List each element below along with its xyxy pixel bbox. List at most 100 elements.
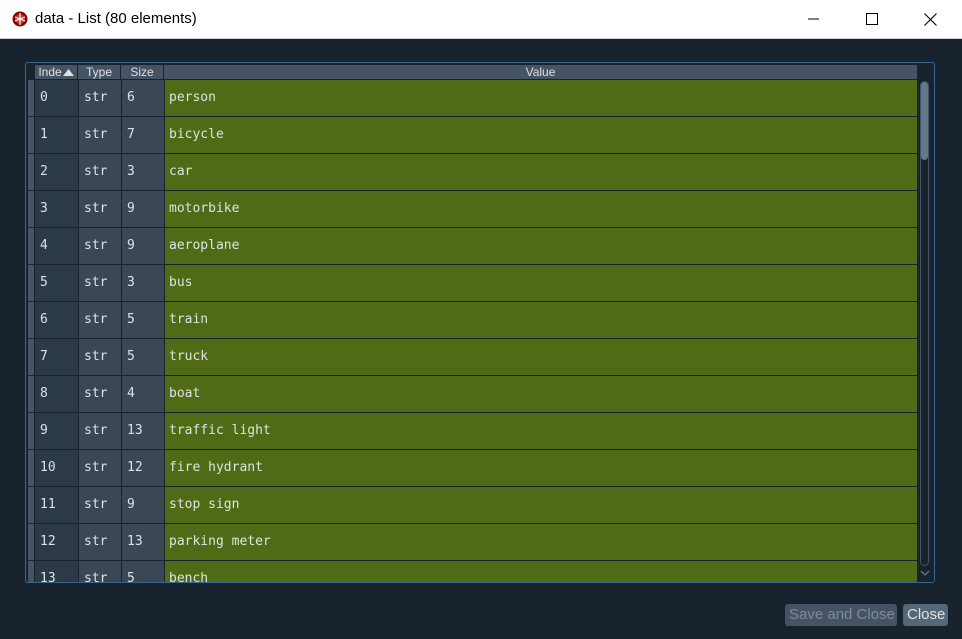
table-row[interactable]: 3 str 9 motorbike: [28, 191, 917, 228]
cell-type[interactable]: str: [79, 339, 121, 375]
row-header[interactable]: [28, 302, 34, 338]
scrollbar-thumb[interactable]: [921, 82, 928, 160]
row-header[interactable]: [28, 265, 34, 301]
cell-value[interactable]: parking meter: [165, 524, 917, 560]
row-header[interactable]: [28, 524, 34, 560]
table-row[interactable]: 13 str 5 bench: [28, 561, 917, 582]
table-row[interactable]: 8 str 4 boat: [28, 376, 917, 413]
minimize-button[interactable]: [785, 0, 843, 38]
table-row[interactable]: 9 str 13 traffic light: [28, 413, 917, 450]
cell-value[interactable]: boat: [165, 376, 917, 412]
table-row[interactable]: 4 str 9 aeroplane: [28, 228, 917, 265]
scroll-down-arrow-icon[interactable]: [920, 570, 930, 576]
row-header[interactable]: [28, 450, 34, 486]
list-table: Inde Type Size Value 0 str 6 person 1 str 7 bic…: [25, 62, 935, 583]
cell-type[interactable]: str: [79, 302, 121, 338]
window-title: data - List (80 elements): [35, 10, 197, 27]
row-header[interactable]: [28, 487, 34, 523]
column-header-type[interactable]: Type: [78, 65, 121, 79]
cell-index[interactable]: 0: [35, 80, 78, 116]
close-button[interactable]: Close: [903, 604, 948, 626]
cell-value[interactable]: train: [165, 302, 917, 338]
cell-type[interactable]: str: [79, 487, 121, 523]
cell-index[interactable]: 11: [35, 487, 78, 523]
table-row[interactable]: 2 str 3 car: [28, 154, 917, 191]
cell-value[interactable]: traffic light: [165, 413, 917, 449]
maximize-button[interactable]: [843, 0, 901, 38]
cell-type[interactable]: str: [79, 376, 121, 412]
cell-index[interactable]: 1: [35, 117, 78, 153]
cell-size[interactable]: 3: [122, 265, 164, 301]
cell-index[interactable]: 7: [35, 339, 78, 375]
cell-size[interactable]: 9: [122, 487, 164, 523]
cell-index[interactable]: 9: [35, 413, 78, 449]
cell-value[interactable]: bench: [165, 561, 917, 582]
column-header-value[interactable]: Value: [164, 65, 917, 79]
cell-size[interactable]: 12: [122, 450, 164, 486]
row-header[interactable]: [28, 228, 34, 264]
cell-type[interactable]: str: [79, 117, 121, 153]
row-header[interactable]: [28, 561, 34, 582]
cell-index[interactable]: 2: [35, 154, 78, 190]
maximize-icon: [866, 13, 878, 25]
cell-type[interactable]: str: [79, 191, 121, 227]
cell-size[interactable]: 3: [122, 154, 164, 190]
cell-type[interactable]: str: [79, 80, 121, 116]
cell-size[interactable]: 5: [122, 302, 164, 338]
row-header[interactable]: [28, 339, 34, 375]
cell-size[interactable]: 5: [122, 561, 164, 582]
table-row[interactable]: 7 str 5 truck: [28, 339, 917, 376]
cell-type[interactable]: str: [79, 265, 121, 301]
cell-value[interactable]: person: [165, 80, 917, 116]
cell-index[interactable]: 8: [35, 376, 78, 412]
cell-value[interactable]: stop sign: [165, 487, 917, 523]
table-row[interactable]: 5 str 3 bus: [28, 265, 917, 302]
cell-value[interactable]: bicycle: [165, 117, 917, 153]
column-header-index[interactable]: Inde: [35, 65, 78, 79]
row-header[interactable]: [28, 80, 34, 116]
cell-index[interactable]: 13: [35, 561, 78, 582]
table-row[interactable]: 11 str 9 stop sign: [28, 487, 917, 524]
cell-value[interactable]: truck: [165, 339, 917, 375]
cell-size[interactable]: 6: [122, 80, 164, 116]
cell-type[interactable]: str: [79, 561, 121, 582]
cell-value[interactable]: aeroplane: [165, 228, 917, 264]
table-row[interactable]: 0 str 6 person: [28, 80, 917, 117]
cell-type[interactable]: str: [79, 450, 121, 486]
cell-size[interactable]: 13: [122, 524, 164, 560]
cell-value[interactable]: fire hydrant: [165, 450, 917, 486]
cell-size[interactable]: 4: [122, 376, 164, 412]
row-header[interactable]: [28, 413, 34, 449]
cell-type[interactable]: str: [79, 228, 121, 264]
table-row[interactable]: 1 str 7 bicycle: [28, 117, 917, 154]
title-bar: data - List (80 elements): [0, 0, 962, 39]
cell-index[interactable]: 5: [35, 265, 78, 301]
cell-type[interactable]: str: [79, 413, 121, 449]
row-header[interactable]: [28, 117, 34, 153]
cell-type[interactable]: str: [79, 154, 121, 190]
cell-index[interactable]: 4: [35, 228, 78, 264]
cell-value[interactable]: bus: [165, 265, 917, 301]
cell-index[interactable]: 12: [35, 524, 78, 560]
column-header-size[interactable]: Size: [121, 65, 164, 79]
cell-size[interactable]: 5: [122, 339, 164, 375]
cell-value[interactable]: motorbike: [165, 191, 917, 227]
table-row[interactable]: 10 str 12 fire hydrant: [28, 450, 917, 487]
cell-value[interactable]: car: [165, 154, 917, 190]
cell-size[interactable]: 9: [122, 228, 164, 264]
vertical-scrollbar[interactable]: [918, 77, 932, 582]
cell-index[interactable]: 3: [35, 191, 78, 227]
row-header[interactable]: [28, 191, 34, 227]
cell-type[interactable]: str: [79, 524, 121, 560]
cell-size[interactable]: 13: [122, 413, 164, 449]
cell-size[interactable]: 7: [122, 117, 164, 153]
table-row[interactable]: 12 str 13 parking meter: [28, 524, 917, 561]
row-header[interactable]: [28, 154, 34, 190]
table-row[interactable]: 6 str 5 train: [28, 302, 917, 339]
cell-index[interactable]: 10: [35, 450, 78, 486]
cell-size[interactable]: 9: [122, 191, 164, 227]
window-close-button[interactable]: [901, 0, 959, 38]
cell-index[interactable]: 6: [35, 302, 78, 338]
save-and-close-button[interactable]: Save and Close: [785, 604, 897, 626]
row-header[interactable]: [28, 376, 34, 412]
